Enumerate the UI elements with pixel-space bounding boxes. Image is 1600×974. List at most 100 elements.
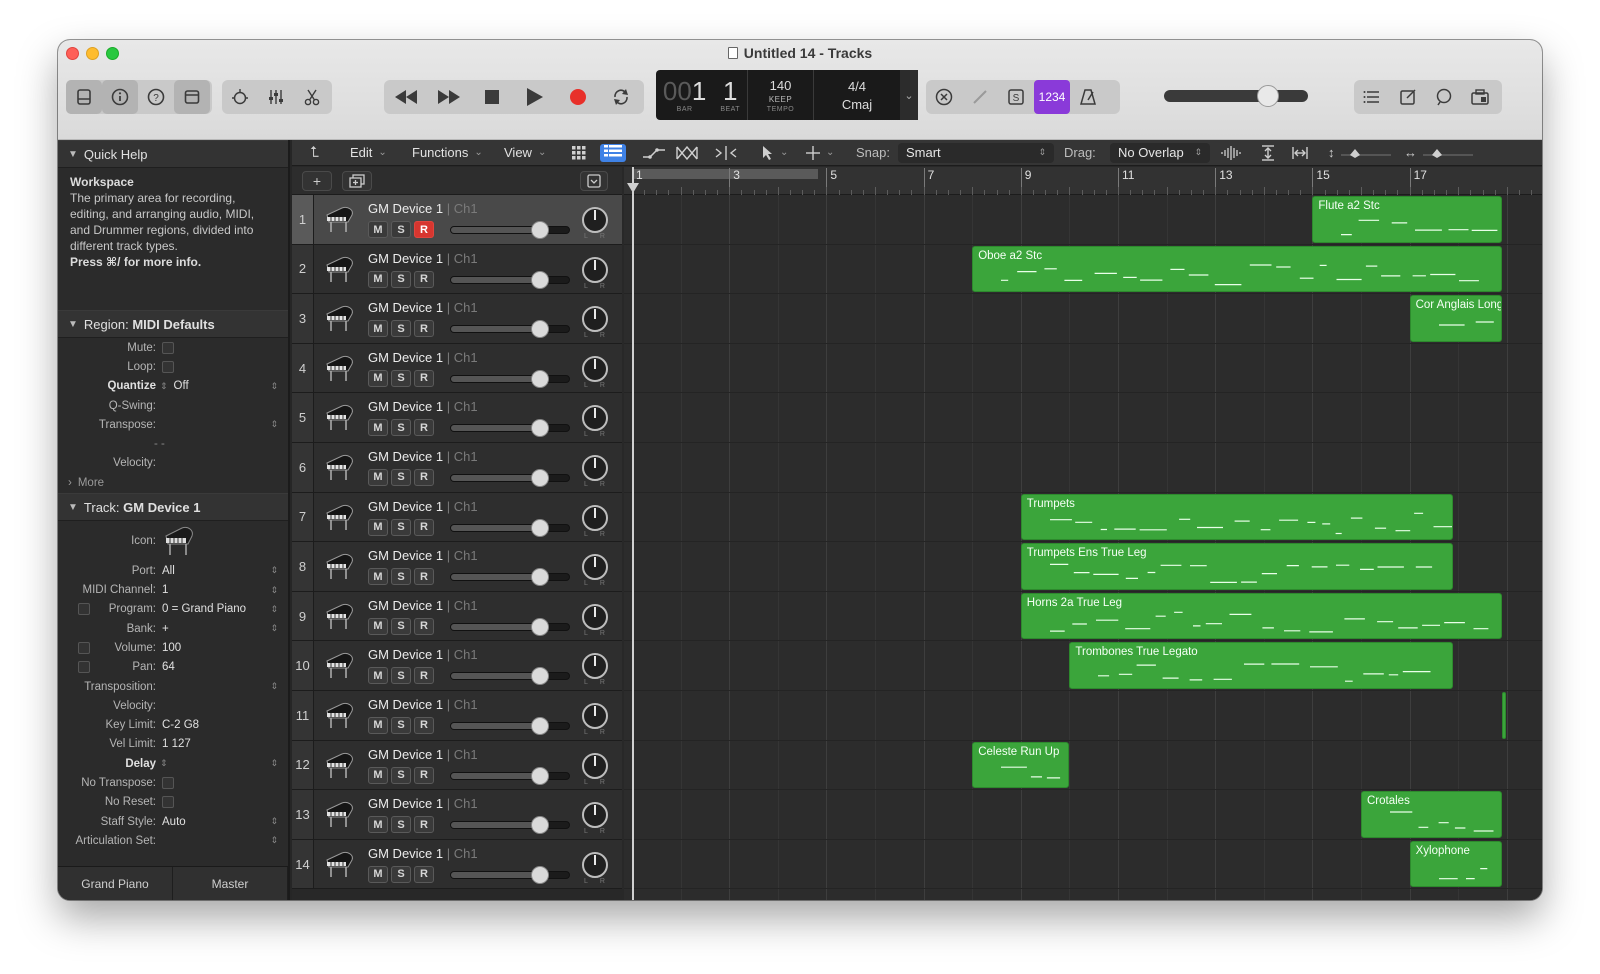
track-lane[interactable] [624,294,1542,344]
pan-knob[interactable] [582,752,608,779]
volume-knob[interactable] [530,419,549,438]
mute-button[interactable]: M [368,716,388,734]
param-row[interactable]: Key Limit: C-2 G8 [58,715,288,734]
track-header[interactable]: 14 GM Device 1 | Ch1 M S R LR [292,839,622,890]
volume-knob[interactable] [530,518,549,537]
pan-knob[interactable] [582,355,608,382]
mute-button[interactable]: M [368,568,388,586]
track-name[interactable]: GM Device 1 | Ch1 [368,647,478,662]
midi-region[interactable]: Xylophone [1409,840,1502,888]
record-icon[interactable] [556,80,599,114]
stop-icon[interactable] [470,80,513,114]
record-enable-button[interactable]: R [414,568,434,586]
param-row[interactable]: Articulation Set: ⇕ [58,831,288,850]
track-lane[interactable] [624,741,1542,791]
midi-region[interactable]: Oboe a2 Stc [972,245,1502,293]
pan-knob[interactable] [582,554,608,581]
track-header[interactable]: 2 GM Device 1 | Ch1 M S R LR [292,244,622,295]
pan-knob[interactable] [582,653,608,680]
track-header[interactable]: 7 GM Device 1 | Ch1 M S R LR [292,492,622,543]
lcd-display[interactable]: 001 BAR 1 BEAT 140 KEEP TEMPO 4/4 Cmaj ⌄ [656,70,918,120]
info-icon[interactable] [102,80,138,114]
track-volume-slider[interactable] [450,419,570,438]
midi-region[interactable]: Celeste Run Up [972,741,1070,789]
record-enable-button[interactable]: R [414,766,434,784]
param-row[interactable]: Pan: 64 [58,658,288,677]
track-name[interactable]: GM Device 1 | Ch1 [368,300,478,315]
functions-menu[interactable]: Functions ⌄ [412,140,504,166]
smart-controls-icon[interactable] [222,80,258,114]
volume-knob[interactable] [530,320,549,339]
volume-knob[interactable] [530,766,549,785]
record-enable-button[interactable]: R [414,716,434,734]
mute-button[interactable]: M [368,816,388,834]
quick-help-header[interactable]: ▼ Quick Help [58,140,288,168]
global-tracks-icon[interactable] [580,171,608,191]
track-header[interactable]: 6 GM Device 1 | Ch1 M S R LR [292,442,622,493]
pan-knob[interactable] [582,207,608,233]
solo-button[interactable]: S [391,419,411,437]
solo-button[interactable]: S [391,667,411,685]
param-value[interactable]: 100 [162,642,181,654]
region-inspector-header[interactable]: ▼ Region: MIDI Defaults [58,310,288,338]
param-row[interactable]: Staff Style: Auto ⇕ [58,812,288,831]
track-name[interactable]: GM Device 1 | Ch1 [368,846,478,861]
pan-knob[interactable] [582,306,608,333]
drag-select[interactable]: No Overlap ⇕ [1110,142,1210,163]
param-checkbox[interactable] [162,796,174,809]
midi-region[interactable]: Trombones True Legato [1069,642,1454,689]
param-row[interactable]: MIDI Channel: 1 ⇕ [58,580,288,599]
param-row[interactable]: Program: 0 = Grand Piano ⇕ [58,600,288,619]
list-view-icon[interactable] [600,140,638,166]
solo-button[interactable]: S [391,716,411,734]
play-icon[interactable] [513,80,556,114]
volume-knob[interactable] [530,667,549,686]
loop-browser-icon[interactable] [1426,80,1462,114]
param-checkbox[interactable] [162,776,174,789]
track-volume-slider[interactable] [450,716,570,735]
track-name[interactable]: GM Device 1 | Ch1 [368,548,478,563]
track-name[interactable]: GM Device 1 | Ch1 [368,201,478,216]
param-value[interactable]: Off [174,380,189,392]
solo-button[interactable]: S [391,270,411,288]
disclosure-triangle-icon[interactable]: ▼ [68,502,78,513]
scissors-icon[interactable] [294,80,330,114]
param-row[interactable]: Transpose: ⇕ [58,415,288,434]
pointer-tool-menu[interactable]: ⌄ [762,140,806,166]
param-checkbox[interactable] [162,341,174,354]
pan-knob[interactable] [582,702,608,729]
solo-button[interactable]: S [391,568,411,586]
track-volume-slider[interactable] [450,816,570,835]
track-volume-slider[interactable] [450,369,570,388]
solo-button[interactable]: S [391,518,411,536]
library-icon[interactable] [66,80,102,114]
volume-knob[interactable] [530,617,549,636]
param-row[interactable]: Delay ⇕ ⇕ [58,754,288,773]
record-enable-button[interactable]: R [414,419,434,437]
pan-knob[interactable] [582,504,608,531]
param-value[interactable]: Auto [162,816,186,828]
mixer-icon[interactable] [258,80,294,114]
track-lane[interactable] [624,344,1542,394]
volume-knob[interactable] [530,865,549,884]
mute-button[interactable]: M [368,865,388,883]
playhead-handle[interactable] [627,183,639,193]
track-volume-slider[interactable] [450,518,570,537]
master-volume-knob[interactable] [1256,85,1279,107]
solo-button[interactable]: S [391,369,411,387]
track-name[interactable]: GM Device 1 | Ch1 [368,251,478,266]
view-menu[interactable]: View ⌄ [504,140,572,166]
track-volume-slider[interactable] [450,667,570,686]
param-enable-checkbox[interactable] [78,661,90,674]
help-icon[interactable]: ? [138,80,174,114]
track-lane[interactable] [624,393,1542,443]
midi-region[interactable]: Flute a2 Stc [1312,196,1502,243]
pan-knob[interactable] [582,256,608,283]
record-enable-button[interactable]: R [414,865,434,883]
solo-icon[interactable]: S [998,80,1034,114]
midi-region[interactable]: Horns 2a True Leg [1020,592,1502,640]
list-icon[interactable] [1354,80,1390,114]
mute-button[interactable]: M [368,617,388,635]
lcd-chevron-down-icon[interactable]: ⌄ [900,70,918,120]
track-name[interactable]: GM Device 1 | Ch1 [368,747,478,762]
